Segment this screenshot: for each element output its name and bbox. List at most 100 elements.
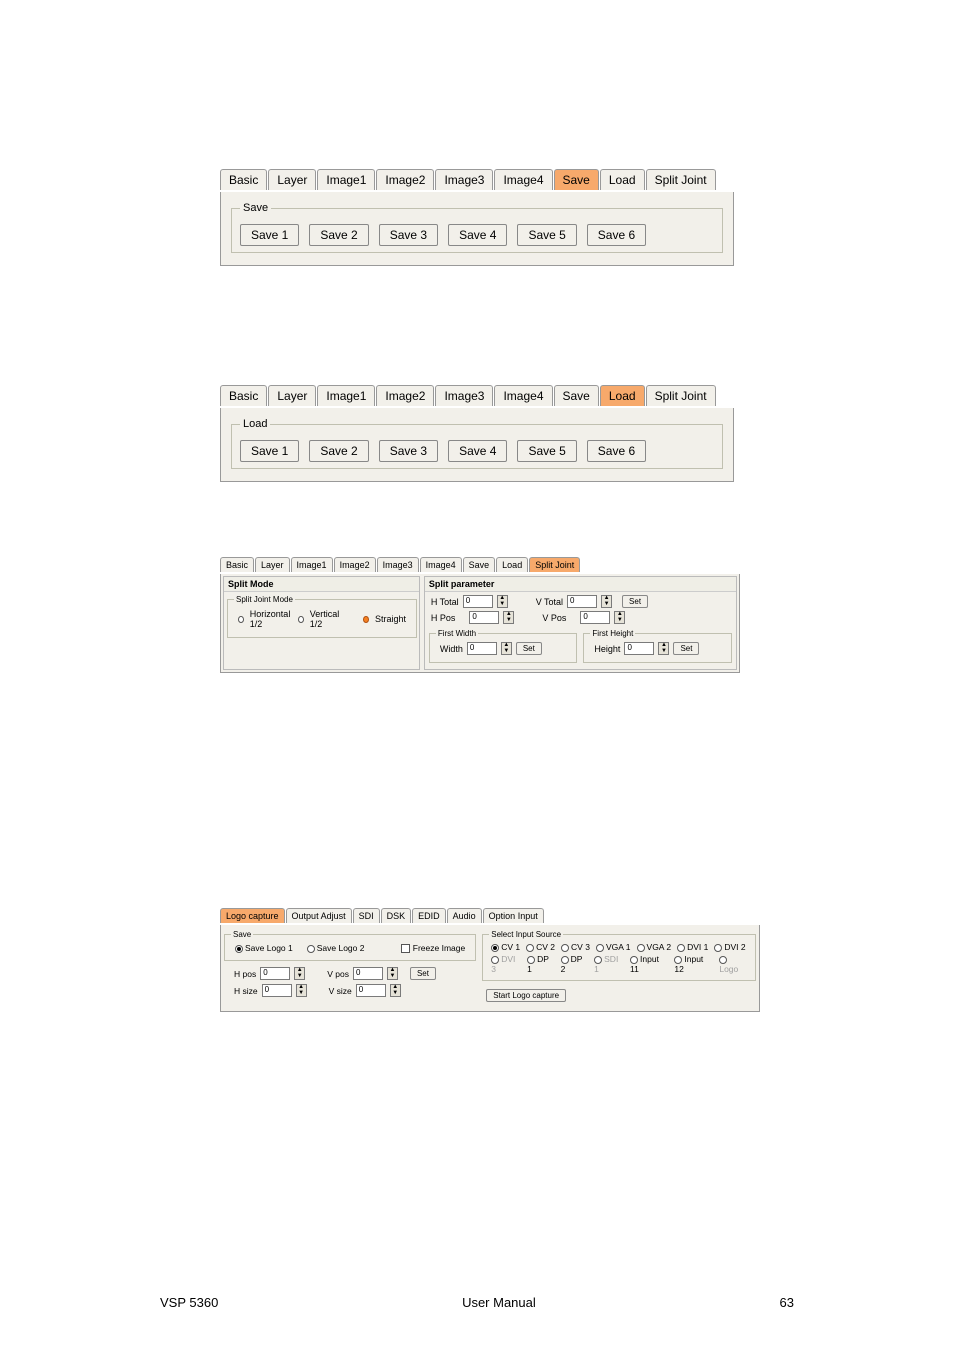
tab-basic[interactable]: Basic [220, 385, 267, 406]
save-1-button[interactable]: Save 1 [240, 224, 299, 246]
save-6-button[interactable]: Save 6 [587, 224, 646, 246]
htotal-input[interactable]: 0 [463, 595, 493, 608]
load-6-button[interactable]: Save 6 [587, 440, 646, 462]
logo-vpos-input[interactable]: 0 [353, 967, 383, 980]
tab-image2[interactable]: Image2 [376, 385, 434, 406]
radio-cv2[interactable] [526, 944, 534, 952]
tab-load[interactable]: Load [496, 557, 528, 572]
tab-basic[interactable]: Basic [220, 169, 267, 190]
tab-image4[interactable]: Image4 [494, 385, 552, 406]
vpos-spinner-icon[interactable]: ▲▼ [614, 611, 625, 624]
radio-input12[interactable] [674, 956, 682, 964]
load-2-button[interactable]: Save 2 [309, 440, 368, 462]
width-spinner-icon[interactable]: ▲▼ [501, 642, 512, 655]
width-label: Width [440, 644, 463, 654]
tab-output-adjust[interactable]: Output Adjust [286, 908, 352, 923]
radio-straight-icon[interactable] [363, 616, 369, 623]
logo-vsize-spinner-icon[interactable]: ▲▼ [390, 984, 401, 997]
freeze-checkbox[interactable] [401, 944, 410, 953]
save-4-button[interactable]: Save 4 [448, 224, 507, 246]
hpos-spinner-icon[interactable]: ▲▼ [503, 611, 514, 624]
footer-right: 63 [780, 1295, 794, 1310]
radio-cv3[interactable] [561, 944, 569, 952]
tab-splitjoint[interactable]: Split Joint [529, 557, 580, 572]
tab-sdi[interactable]: SDI [353, 908, 380, 923]
dvi2-label: DVI 2 [724, 942, 745, 952]
height-input[interactable]: 0 [624, 642, 654, 655]
radio-vga1[interactable] [596, 944, 604, 952]
load-fieldset: Load Save 1 Save 2 Save 3 Save 4 Save 5 … [231, 418, 723, 469]
height-set-button[interactable]: Set [673, 642, 699, 655]
htotal-label: H Total [431, 597, 459, 607]
radio-input11[interactable] [630, 956, 638, 964]
tab-image4[interactable]: Image4 [420, 557, 462, 572]
start-logo-capture-button[interactable]: Start Logo capture [486, 989, 566, 1002]
load-3-button[interactable]: Save 3 [379, 440, 438, 462]
tab-image1[interactable]: Image1 [291, 557, 333, 572]
tab-option-input[interactable]: Option Input [483, 908, 544, 923]
tab-image1[interactable]: Image1 [317, 385, 375, 406]
tab-load[interactable]: Load [600, 385, 645, 406]
footer-center: User Manual [462, 1295, 536, 1310]
tab-basic[interactable]: Basic [220, 557, 254, 572]
first-width-legend: First Width [436, 629, 478, 638]
cv3-label: CV 3 [571, 942, 590, 952]
load-1-button[interactable]: Save 1 [240, 440, 299, 462]
logo-hpos-spinner-icon[interactable]: ▲▼ [294, 967, 305, 980]
vtotal-spinner-icon[interactable]: ▲▼ [601, 595, 612, 608]
radio-cv1[interactable] [491, 944, 499, 952]
logo-hpos-input[interactable]: 0 [260, 967, 290, 980]
tab-dsk[interactable]: DSK [381, 908, 412, 923]
load-4-button[interactable]: Save 4 [448, 440, 507, 462]
hpos-input[interactable]: 0 [469, 611, 499, 624]
width-set-button[interactable]: Set [516, 642, 542, 655]
tab-layer[interactable]: Layer [268, 169, 316, 190]
tab-audio[interactable]: Audio [447, 908, 482, 923]
tab-image3[interactable]: Image3 [435, 169, 493, 190]
tab-splitjoint[interactable]: Split Joint [646, 169, 716, 190]
tab-image4[interactable]: Image4 [494, 169, 552, 190]
width-input[interactable]: 0 [467, 642, 497, 655]
logo-hsize-input[interactable]: 0 [262, 984, 292, 997]
tab-image3[interactable]: Image3 [435, 385, 493, 406]
logo-vsize-input[interactable]: 0 [356, 984, 386, 997]
logo-hsize-spinner-icon[interactable]: ▲▼ [296, 984, 307, 997]
tab-image2[interactable]: Image2 [334, 557, 376, 572]
tab-save[interactable]: Save [463, 557, 496, 572]
logo-set-button[interactable]: Set [410, 967, 436, 980]
split-set-button[interactable]: Set [622, 595, 648, 608]
height-spinner-icon[interactable]: ▲▼ [658, 642, 669, 655]
vtotal-input[interactable]: 0 [567, 595, 597, 608]
radio-sdi1 [594, 956, 602, 964]
htotal-spinner-icon[interactable]: ▲▼ [497, 595, 508, 608]
radio-dvi1[interactable] [677, 944, 685, 952]
logo-vpos-spinner-icon[interactable]: ▲▼ [387, 967, 398, 980]
tab-save[interactable]: Save [554, 385, 599, 406]
tab-save[interactable]: Save [554, 169, 599, 190]
radio-vga2[interactable] [637, 944, 645, 952]
save-3-button[interactable]: Save 3 [379, 224, 438, 246]
radio-dp1[interactable] [527, 956, 535, 964]
radio-save-logo2[interactable] [307, 945, 315, 953]
tab-logo-capture[interactable]: Logo capture [220, 908, 285, 923]
save-2-button[interactable]: Save 2 [309, 224, 368, 246]
tabstrip-splitjoint: Basic Layer Image1 Image2 Image3 Image4 … [220, 552, 740, 574]
radio-horizontal-icon[interactable] [238, 616, 244, 623]
vpos-input[interactable]: 0 [580, 611, 610, 624]
radio-dp2[interactable] [561, 956, 569, 964]
save-logo2-label: Save Logo 2 [317, 943, 365, 953]
tab-layer[interactable]: Layer [255, 557, 290, 572]
radio-dvi2[interactable] [714, 944, 722, 952]
radio-vertical-icon[interactable] [298, 616, 304, 623]
tab-image1[interactable]: Image1 [317, 169, 375, 190]
height-label: Height [594, 644, 620, 654]
save-5-button[interactable]: Save 5 [517, 224, 576, 246]
tab-layer[interactable]: Layer [268, 385, 316, 406]
load-5-button[interactable]: Save 5 [517, 440, 576, 462]
tab-edid[interactable]: EDID [412, 908, 446, 923]
tab-splitjoint[interactable]: Split Joint [646, 385, 716, 406]
radio-save-logo1[interactable] [235, 945, 243, 953]
tab-load[interactable]: Load [600, 169, 645, 190]
tab-image3[interactable]: Image3 [377, 557, 419, 572]
tab-image2[interactable]: Image2 [376, 169, 434, 190]
